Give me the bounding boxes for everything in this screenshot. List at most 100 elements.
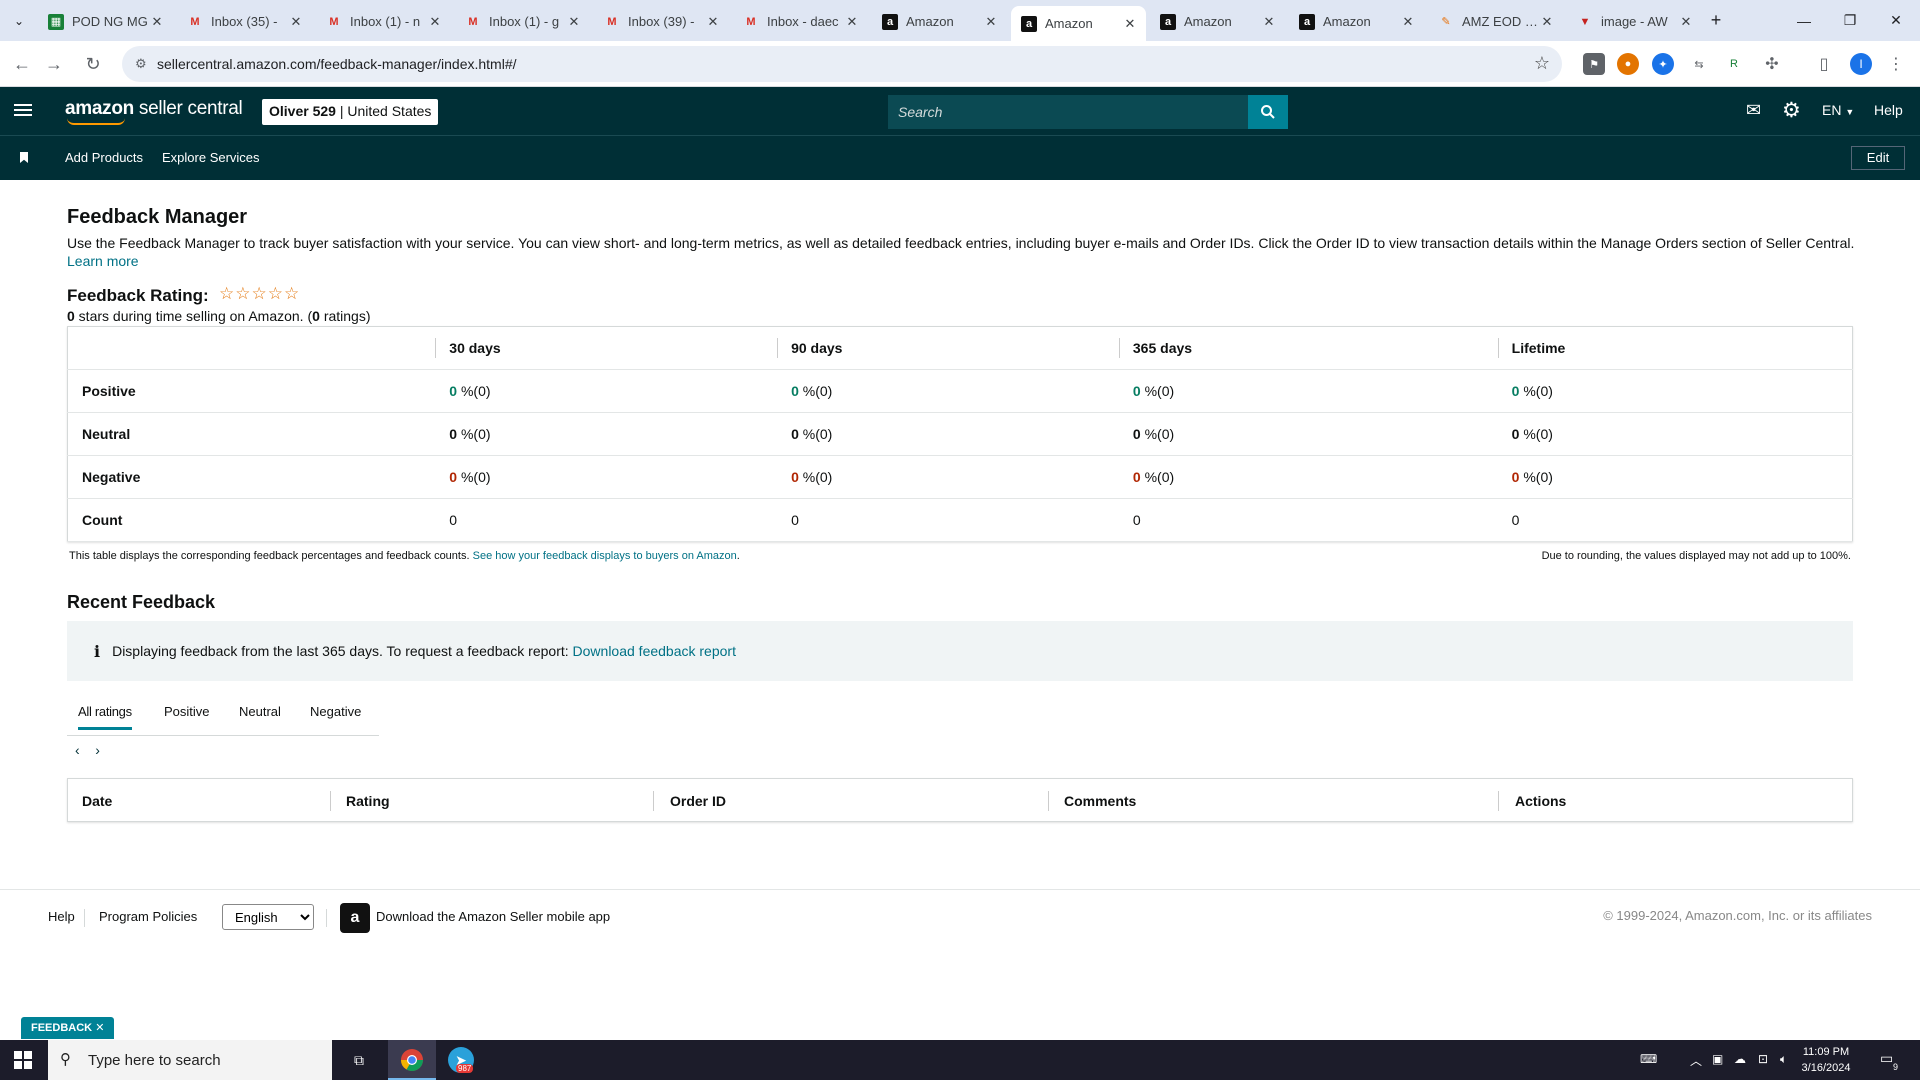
footer-language-select[interactable]: English: [222, 904, 314, 930]
close-icon[interactable]: ✕: [1539, 14, 1555, 30]
browser-tab[interactable]: M Inbox (1) - n ✕: [316, 6, 451, 37]
task-view-icon[interactable]: ⧉: [347, 1048, 371, 1072]
feedback-widget-tab[interactable]: FEEDBACK ✕: [21, 1017, 115, 1039]
reload-icon[interactable]: ↻: [79, 50, 107, 78]
extension-icon[interactable]: ✦: [1652, 53, 1674, 75]
close-icon[interactable]: ✕: [427, 14, 443, 30]
extension-icon[interactable]: ●: [1617, 53, 1639, 75]
close-icon[interactable]: ✕: [288, 14, 304, 30]
close-icon[interactable]: ✕: [1122, 16, 1138, 32]
tab-all-ratings[interactable]: All ratings: [78, 704, 132, 730]
edit-button[interactable]: Edit: [1851, 146, 1905, 170]
restore-icon[interactable]: ❐: [1827, 0, 1873, 41]
table-cell: 0: [1118, 498, 1498, 542]
rating-filter-tabs: All ratings Positive Neutral Negative: [67, 704, 379, 736]
tab-neutral[interactable]: Neutral: [239, 704, 281, 727]
close-icon[interactable]: ✕: [1400, 14, 1416, 30]
close-icon[interactable]: ✕: [95, 1022, 104, 1034]
browser-tab[interactable]: M Inbox (35) - ✕: [177, 6, 312, 37]
cell-suffix: %(0): [1140, 383, 1175, 399]
chevron-right-icon[interactable]: ›: [95, 742, 100, 758]
site-info-icon[interactable]: ⚙: [135, 56, 147, 72]
extension-icon[interactable]: ⚑: [1583, 53, 1605, 75]
windows-taskbar: ⚲ Type here to search ⧉ ➤ 987 ⌨ ︿ ▣ ☁ ⊡ …: [0, 1040, 1920, 1080]
bookmark-icon[interactable]: [20, 152, 28, 163]
close-icon[interactable]: ✕: [705, 14, 721, 30]
column-header: Date: [82, 793, 113, 809]
clock-date: 3/16/2024: [1801, 1062, 1851, 1074]
mobile-app-link[interactable]: Download the Amazon Seller mobile app: [376, 909, 610, 924]
tab-title: Amazon: [1184, 14, 1232, 29]
address-bar[interactable]: ⚙ sellercentral.amazon.com/feedback-mana…: [122, 46, 1562, 82]
network-icon[interactable]: ⊡: [1758, 1052, 1768, 1066]
program-policies-link[interactable]: Program Policies: [99, 909, 197, 924]
forward-icon[interactable]: →: [40, 50, 68, 78]
side-panel-icon[interactable]: ▯: [1813, 53, 1835, 75]
language-menu[interactable]: EN ▼: [1822, 102, 1854, 118]
taskbar-search[interactable]: ⚲ Type here to search: [48, 1040, 332, 1080]
account-switcher[interactable]: Oliver 529 | United States: [262, 99, 439, 125]
table-cell: 0 %(0): [777, 369, 1119, 413]
browser-tab[interactable]: ✎ AMZ EOD Re ✕: [1428, 6, 1563, 37]
explore-services-link[interactable]: Explore Services: [162, 150, 260, 165]
search-input[interactable]: [888, 95, 1249, 129]
profile-avatar[interactable]: I: [1850, 53, 1872, 75]
extension-icon[interactable]: ⇆: [1688, 53, 1710, 75]
extensions-puzzle-icon[interactable]: ✣: [1761, 53, 1783, 75]
settings-gear-icon[interactable]: ⚙: [1782, 98, 1801, 123]
add-products-link[interactable]: Add Products: [65, 150, 143, 165]
back-icon[interactable]: ←: [8, 50, 36, 78]
new-tab-icon[interactable]: +: [1704, 8, 1728, 32]
close-icon[interactable]: ✕: [983, 14, 999, 30]
buyer-display-link[interactable]: See how your feedback displays to buyers…: [473, 550, 737, 562]
onedrive-icon[interactable]: ☁: [1734, 1052, 1746, 1066]
mail-icon[interactable]: ✉: [1746, 100, 1761, 121]
browser-tab[interactable]: a Amazon ✕: [1289, 6, 1424, 37]
footer-help-link[interactable]: Help: [48, 909, 75, 924]
close-icon[interactable]: ✕: [1678, 14, 1694, 30]
more-menu-icon[interactable]: ⋮: [1885, 53, 1907, 75]
close-icon[interactable]: ✕: [1261, 14, 1277, 30]
download-report-link[interactable]: Download feedback report: [573, 643, 736, 659]
browser-tab[interactable]: ▦ POD NG MG ✕: [38, 6, 173, 37]
chrome-taskbar-button[interactable]: [388, 1040, 436, 1080]
rating-sub-end: ratings): [319, 308, 371, 324]
extension-icon[interactable]: R: [1723, 53, 1745, 75]
tab-search-icon[interactable]: ⌄: [8, 10, 30, 32]
close-icon[interactable]: ✕: [844, 14, 860, 30]
search-button[interactable]: [1248, 95, 1288, 129]
account-region: United States: [347, 103, 432, 119]
browser-tab[interactable]: a Amazon ✕: [1150, 6, 1285, 37]
chevron-left-icon[interactable]: ‹: [75, 742, 80, 758]
menu-icon[interactable]: [14, 101, 32, 121]
keyboard-icon[interactable]: ⌨: [1640, 1052, 1657, 1066]
close-icon[interactable]: ✕: [566, 14, 582, 30]
chevron-up-icon[interactable]: ︿: [1690, 1052, 1702, 1069]
logo-bold-text: amazon: [65, 98, 134, 119]
browser-tab[interactable]: M Inbox (39) - ✕: [594, 6, 729, 37]
browser-tab[interactable]: M Inbox (1) - g ✕: [455, 6, 590, 37]
table-cell: 0 %(0): [1497, 412, 1853, 456]
tab-positive[interactable]: Positive: [164, 704, 210, 727]
tab-title: Inbox (39) -: [628, 14, 695, 29]
tab-negative[interactable]: Negative: [310, 704, 361, 727]
meet-now-icon[interactable]: ▣: [1712, 1052, 1723, 1066]
learn-more-link[interactable]: Learn more: [67, 253, 139, 269]
notifications-icon[interactable]: ▭: [1880, 1050, 1893, 1067]
browser-tab[interactable]: ▼ image - AW ✕: [1567, 6, 1702, 37]
windows-start-icon[interactable]: [14, 1051, 32, 1069]
amazon-seller-app-icon[interactable]: a: [340, 903, 370, 933]
close-icon[interactable]: ✕: [149, 14, 165, 30]
cell-value: 0: [1132, 469, 1141, 485]
browser-tab[interactable]: M Inbox - daec ✕: [733, 6, 868, 37]
system-clock[interactable]: 11:09 PM 3/16/2024: [1786, 1044, 1866, 1076]
browser-tab-active[interactable]: a Amazon ✕: [1011, 6, 1146, 41]
seller-central-logo[interactable]: amazon seller central: [65, 98, 243, 125]
bookmark-star-icon[interactable]: ☆: [1534, 53, 1550, 74]
window-close-icon[interactable]: ✕: [1873, 0, 1919, 41]
help-link[interactable]: Help: [1874, 102, 1903, 118]
cell-value: 0: [449, 426, 458, 442]
tab-title: Inbox - daec: [767, 14, 839, 29]
minimize-icon[interactable]: —: [1781, 0, 1827, 41]
browser-tab[interactable]: a Amazon ✕: [872, 6, 1007, 37]
